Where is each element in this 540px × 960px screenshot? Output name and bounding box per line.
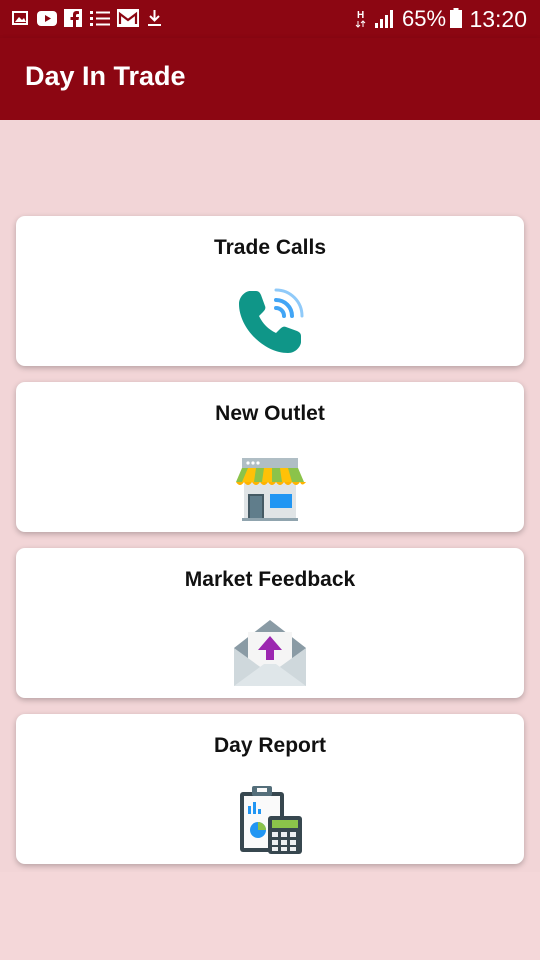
trade-calls-label: Trade Calls [213,236,327,259]
battery-icon [450,8,462,28]
signal-icon [375,10,393,28]
hplus-icon: H [355,10,366,28]
facebook-icon [64,9,82,27]
new-outlet-label: New Outlet [215,402,325,425]
status-bar: H 65% 13:20 [0,0,540,38]
trade-calls-card[interactable]: Trade Calls [16,216,524,366]
battery-percentage: 65% [402,6,447,31]
svg-text:H: H [357,10,364,21]
gmail-icon [117,9,139,27]
new-outlet-card[interactable]: New Outlet [16,382,524,532]
day-report-label: Day Report [213,734,327,757]
app-title: Day In Trade [25,61,186,91]
clock-time: 13:20 [469,6,527,32]
shop-icon [236,458,306,521]
day-report-card[interactable]: Day Report [16,714,524,864]
download-icon [148,10,161,26]
report-calculator-icon [240,786,302,854]
youtube-icon [37,11,57,26]
list-icon [90,11,110,26]
market-feedback-label: Market Feedback [184,568,356,591]
envelope-upload-icon [234,620,306,686]
app-bar: Day In Trade [0,38,540,120]
image-icon [12,11,28,25]
phone-call-icon [239,288,304,353]
market-feedback-card[interactable]: Market Feedback [16,548,524,698]
